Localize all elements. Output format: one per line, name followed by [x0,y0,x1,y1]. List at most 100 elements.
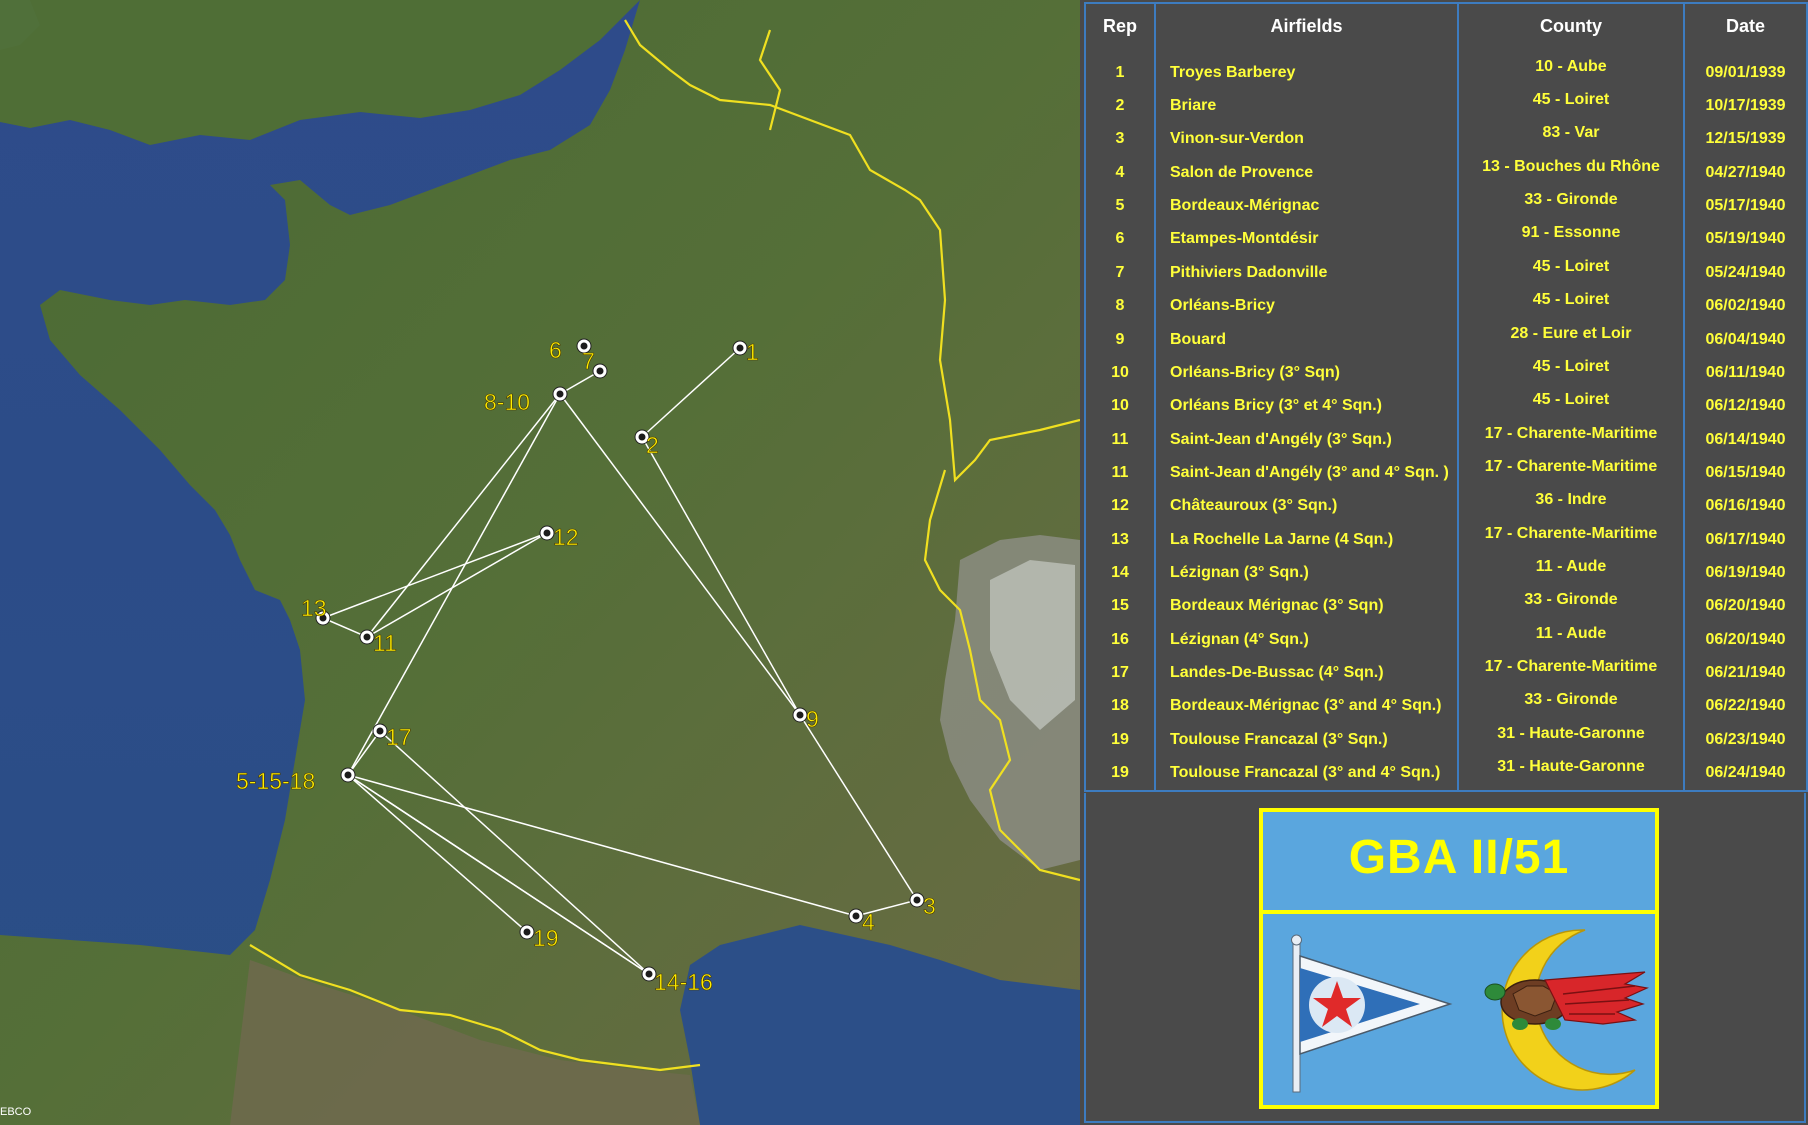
marker-label: 3 [923,893,936,919]
cell-airfield: Pithiviers Dadonville [1154,256,1459,290]
marker-label: 7 [582,348,595,374]
cell-county: 33 - Gironde [1457,183,1685,217]
marker-label: 1 [746,339,759,365]
table-row: 4 Salon de Provence 13 - Bouches du Rhône 0… [1084,150,1808,190]
cell-rep: 3 [1084,122,1156,157]
table-row: 16 Lézignan (4° Sqn.) 11 - Aude 06/20/1940 [1084,616,1808,657]
unit-badge: GBA II/51 [1259,808,1659,1109]
marker-label: 2 [646,432,659,458]
marker-label: 4 [862,909,875,935]
map-credit: EBCO [0,1106,32,1118]
cell-date: 06/19/1940 [1683,556,1808,590]
cell-county: 28 - Eure et Loir [1457,316,1685,351]
cell-county: 45 - Loiret [1457,83,1685,117]
cell-airfield: Orléans Bricy (3° et 4° Sqn.) [1154,389,1459,423]
cell-rep: 19 [1084,756,1156,792]
cell-date: 06/21/1940 [1683,656,1808,690]
cell-county: 45 - Loiret [1457,350,1685,384]
table-row: 11 Saint-Jean d'Angély (3° Sqn.) 17 - Char… [1084,416,1808,457]
table-row: 15 Bordeaux Mérignac (3° Sqn) 33 - Gironde… [1084,583,1808,623]
cell-date: 09/01/1939 [1683,48,1808,90]
marker-dot [344,771,352,779]
cell-county: 11 - Aude [1457,616,1685,651]
marker-dot [645,970,653,978]
cell-rep: 10 [1084,356,1156,390]
cell-date: 06/20/1940 [1683,622,1808,657]
marker-dot [363,633,371,641]
cell-airfield: Salon de Provence [1154,156,1459,190]
marker-dot [796,711,804,719]
cell-date: 05/17/1940 [1683,189,1808,223]
cell-rep: 11 [1084,456,1156,490]
cell-date: 10/17/1939 [1683,89,1808,123]
cell-rep: 12 [1084,489,1156,523]
marker-label: 14-16 [654,969,713,995]
marker-dot [913,896,921,904]
cell-airfield: La Rochelle La Jarne (4 Sqn.) [1154,522,1459,557]
cell-county: 17 - Charente-Maritime [1457,450,1685,484]
cell-rep: 11 [1084,422,1156,457]
table-row: 14 Lézignan (3° Sqn.) 11 - Aude 06/19/1940 [1084,550,1808,590]
table-row: 19 Toulouse Francazal (3° and 4° Sqn.) 31 … [1084,750,1808,792]
table-body: 1 Troyes Barberey 10 - Aube 09/01/1939 2 Bria… [1084,42,1808,792]
cell-airfield: Bordeaux-Mérignac (3° and 4° Sqn.) [1154,689,1459,723]
marker-dot [543,529,551,537]
cell-date: 06/20/1940 [1683,589,1808,623]
cell-airfield: Bordeaux-Mérignac [1154,189,1459,223]
marker-label: 12 [553,524,579,550]
cell-rep: 10 [1084,389,1156,423]
cell-date: 06/16/1940 [1683,489,1808,523]
cell-rep: 18 [1084,689,1156,723]
cell-date: 06/11/1940 [1683,356,1808,390]
table-header-row: Rep Airfields County Date [1084,2,1808,48]
cell-county: 45 - Loiret [1457,283,1685,317]
marker-dot [523,928,531,936]
cell-date: 12/15/1939 [1683,122,1808,157]
header-date: Date [1683,2,1808,48]
cell-rep: 1 [1084,48,1156,90]
marker-label: 6 [549,337,562,363]
cell-county: 17 - Charente-Maritime [1457,416,1685,451]
cell-airfield: Saint-Jean d'Angély (3° and 4° Sqn. ) [1154,456,1459,490]
marker-dot [736,344,744,352]
cell-rep: 9 [1084,322,1156,357]
table-row: 11 Saint-Jean d'Angély (3° and 4° Sqn. ) 1… [1084,450,1808,490]
table-row: 17 Landes-De-Bussac (4° Sqn.) 17 - Charent… [1084,650,1808,690]
cell-county: 13 - Bouches du Rhône [1457,150,1685,184]
cell-rep: 4 [1084,156,1156,190]
cell-airfield: Briare [1154,89,1459,123]
airfield-marker[interactable]: 13 [301,595,331,626]
cell-airfield: Etampes-Montdésir [1154,222,1459,257]
cell-rep: 13 [1084,522,1156,557]
badge-title: GBA II/51 [1348,831,1570,884]
table-row: 10 Orléans-Bricy (3° Sqn) 45 - Loiret 06/11… [1084,350,1808,390]
cell-county: 45 - Loiret [1457,383,1685,417]
cell-rep: 2 [1084,89,1156,123]
marker-dot [852,912,860,920]
cell-rep: 14 [1084,556,1156,590]
cell-date: 06/17/1940 [1683,522,1808,557]
table-row: 18 Bordeaux-Mérignac (3° and 4° Sqn.) 33 -… [1084,683,1808,723]
table-row: 12 Châteauroux (3° Sqn.) 36 - Indre 06/16/1… [1084,483,1808,523]
cell-date: 06/24/1940 [1683,756,1808,792]
cell-county: 17 - Charente-Maritime [1457,516,1685,551]
cell-date: 05/19/1940 [1683,222,1808,257]
badge-divider [1263,910,1655,914]
cell-county: 83 - Var [1457,116,1685,151]
table-row: 1 Troyes Barberey 10 - Aube 09/01/1939 [1084,42,1808,90]
cell-county: 31 - Haute-Garonne [1457,716,1685,751]
cell-date: 06/14/1940 [1683,422,1808,457]
cell-airfield: Saint-Jean d'Angély (3° Sqn.) [1154,422,1459,457]
table-row: 3 Vinon-sur-Verdon 83 - Var 12/15/1939 [1084,116,1808,157]
table-row: 8 Orléans-Bricy 45 - Loiret 06/02/1940 [1084,283,1808,323]
cell-rep: 17 [1084,656,1156,690]
table-row: 5 Bordeaux-Mérignac 33 - Gironde 05/17/1940 [1084,183,1808,223]
cell-county: 17 - Charente-Maritime [1457,650,1685,684]
table-row: 9 Bouard 28 - Eure et Loir 06/04/1940 [1084,316,1808,357]
table-row: 19 Toulouse Francazal (3° Sqn.) 31 - Haute… [1084,716,1808,757]
cell-airfield: Troyes Barberey [1154,48,1459,90]
cell-county: 91 - Essonne [1457,216,1685,251]
marker-label: 13 [301,595,327,621]
marker-dot [638,433,646,441]
cell-county: 31 - Haute-Garonne [1457,750,1685,786]
